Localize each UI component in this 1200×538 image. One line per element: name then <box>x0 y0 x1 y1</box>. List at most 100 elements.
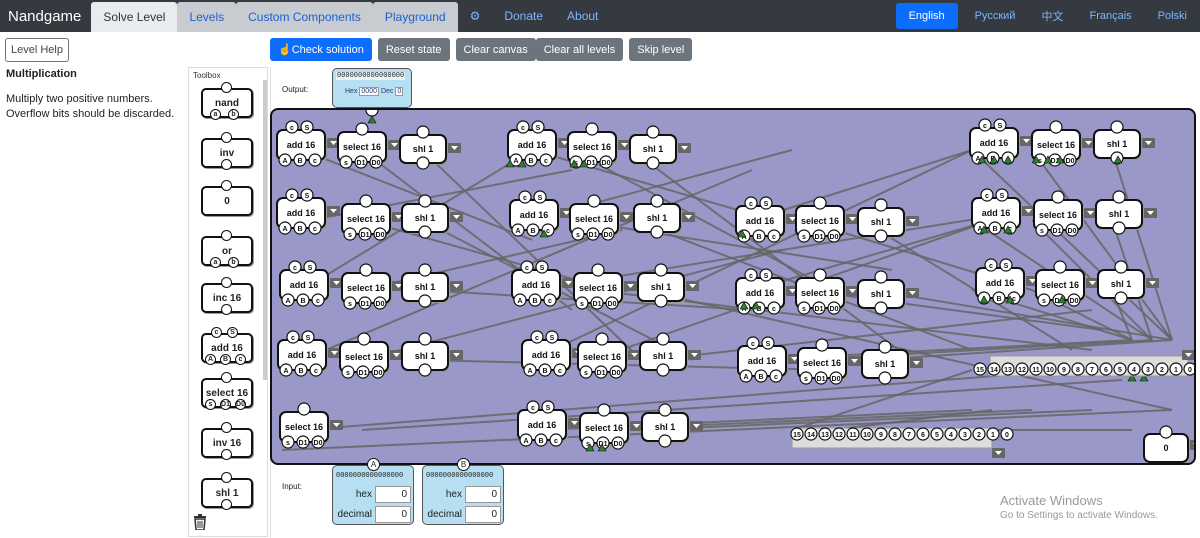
nav-donate[interactable]: Donate <box>492 0 555 32</box>
select16-c4-0-pin-out[interactable] <box>1049 120 1063 134</box>
toolbox-zero[interactable]: 0 <box>201 180 253 216</box>
select16-c3-2-pin-out[interactable] <box>815 338 829 352</box>
nav-playground[interactable]: Playground <box>372 2 458 32</box>
lang-russian[interactable]: Русский <box>962 0 1029 32</box>
input-a-pin[interactable]: A <box>367 458 380 471</box>
nav-solve-level[interactable]: Solve Level <box>91 2 178 32</box>
pin-output[interactable] <box>221 277 232 288</box>
settings-gear-icon[interactable]: ⚙ <box>458 0 493 32</box>
constant-zero-pin-out[interactable] <box>1159 425 1173 439</box>
shl1-c3-2-pin-in[interactable] <box>878 371 892 385</box>
lang-polish[interactable]: Polski <box>1145 0 1200 32</box>
toolbox-scrollbar[interactable] <box>263 80 267 380</box>
level-help-button[interactable]: Level Help <box>5 38 69 62</box>
select16-c2-2-pin-out[interactable] <box>591 263 605 277</box>
select16-c2-3-pin-out[interactable] <box>595 332 609 346</box>
toolbox-inv[interactable]: inv <box>201 132 253 170</box>
pin-s-out[interactable]: S <box>227 327 238 338</box>
shl1-c2-1-pin-in[interactable] <box>650 225 664 239</box>
toolbox-inc16[interactable]: inc 16 <box>201 277 253 315</box>
pin-output[interactable] <box>221 472 232 483</box>
shl1-c1-1-pin-out[interactable] <box>418 194 432 208</box>
select16-c1-1-pin-out[interactable] <box>359 194 373 208</box>
output-pin[interactable] <box>365 110 379 117</box>
select16-c1-2-pin-out[interactable] <box>359 263 373 277</box>
pin-a[interactable]: a <box>210 257 221 268</box>
pin-output[interactable] <box>221 180 232 191</box>
signal-indicator-24[interactable] <box>367 115 377 124</box>
shl1-c3-1-pin-out[interactable] <box>874 270 888 284</box>
shl1-c2-0-pin-in[interactable] <box>646 156 660 170</box>
shl1-c1-3-pin-out[interactable] <box>418 332 432 346</box>
shl1-c3-0-pin-out[interactable] <box>874 198 888 212</box>
pin-c-out[interactable]: c <box>211 327 222 338</box>
trash-icon[interactable] <box>193 514 207 530</box>
pin-output[interactable] <box>221 230 232 241</box>
shl1-c1-3-pin-in[interactable] <box>418 363 432 377</box>
toolbox-shl1[interactable]: shl 1 <box>201 472 253 510</box>
pin-a[interactable]: a <box>210 109 221 120</box>
toolbox-add16[interactable]: add 16 c S A B c <box>201 327 253 365</box>
lang-french[interactable]: Français <box>1076 0 1144 32</box>
select16-c4-1-pin-out[interactable] <box>1051 190 1065 204</box>
skip-level-button[interactable]: Skip level <box>629 38 693 61</box>
shl1-c2-0-pin-out[interactable] <box>646 125 660 139</box>
shl1-c2-2-pin-in[interactable] <box>654 294 668 308</box>
toolbox-nand[interactable]: nand a b <box>201 82 253 120</box>
select16-c3-0-pin-out[interactable] <box>813 196 827 210</box>
shl1-c2-3-pin-in[interactable] <box>656 363 670 377</box>
shl1-c1-0-pin-out[interactable] <box>416 125 430 139</box>
constant-zero-dropdown[interactable] <box>1190 440 1196 450</box>
input-a-dec-field[interactable]: 0 <box>375 505 411 523</box>
shl1-c2-4-pin-out[interactable] <box>658 403 672 417</box>
select16-c1-0-pin-out[interactable] <box>355 122 369 136</box>
nav-levels[interactable]: Levels <box>177 2 237 32</box>
select16-c3-1-pin-out[interactable] <box>813 268 827 282</box>
brand-logo[interactable]: Nandgame <box>0 0 91 32</box>
shl1-c4-0-pin-out[interactable] <box>1110 120 1124 134</box>
select16-c1-3-pin-out[interactable] <box>357 332 371 346</box>
pin-output[interactable] <box>221 132 232 143</box>
pin-input[interactable] <box>221 499 232 510</box>
circuit-board[interactable]: add 16 c S A Bc add 16 c S A Bc add 16 c S A Bc add 16 c… <box>270 108 1196 465</box>
toolbox-or[interactable]: or a b <box>201 230 253 268</box>
pin-d1[interactable]: D1 <box>220 399 231 410</box>
nav-custom-components[interactable]: Custom Components <box>236 2 373 32</box>
pin-c[interactable]: c <box>235 354 246 365</box>
shl1-c1-2-pin-in[interactable] <box>418 294 432 308</box>
pin-s[interactable]: s <box>205 399 216 410</box>
shl1-c2-1-pin-out[interactable] <box>650 194 664 208</box>
pin-input[interactable] <box>221 304 232 315</box>
input-a-hex-field[interactable]: 0 <box>375 485 411 503</box>
select16-c4-2-pin-out[interactable] <box>1053 260 1067 274</box>
shl1-c4-2-pin-in[interactable] <box>1114 291 1128 305</box>
pin-input[interactable] <box>221 449 232 460</box>
pin-output[interactable] <box>221 422 232 433</box>
check-solution-button[interactable]: ☝ Check solution <box>270 38 372 61</box>
select16-c2-4-pin-out[interactable] <box>597 403 611 417</box>
pin-input[interactable] <box>221 159 232 170</box>
select16-c1-4-pin-out[interactable] <box>297 402 311 416</box>
pin-output[interactable] <box>221 372 232 383</box>
select16-c2-0-pin-out[interactable] <box>585 122 599 136</box>
shl1-c1-0-pin-in[interactable] <box>416 156 430 170</box>
reset-state-button[interactable]: Reset state <box>377 38 450 61</box>
input-b-hex-field[interactable]: 0 <box>465 485 501 503</box>
clear-all-levels-button[interactable]: Clear all levels <box>535 38 624 61</box>
lang-chinese[interactable]: 中文 <box>1028 0 1076 32</box>
clear-canvas-button[interactable]: Clear canvas <box>455 38 536 61</box>
shl1-c3-1-pin-in[interactable] <box>874 301 888 315</box>
shl1-c1-1-pin-in[interactable] <box>418 225 432 239</box>
nav-about[interactable]: About <box>555 0 610 32</box>
shl1-c4-1-pin-in[interactable] <box>1112 221 1126 235</box>
circuit-diagram[interactable]: add 16 c S A Bc add 16 c S A Bc add 16 c S A Bc add 16 c… <box>272 110 1196 465</box>
pin-b[interactable]: b <box>228 257 239 268</box>
shl1-c2-2-pin-out[interactable] <box>654 263 668 277</box>
select16-c2-1-pin-out[interactable] <box>587 194 601 208</box>
shl1-c4-1-pin-out[interactable] <box>1112 190 1126 204</box>
shl1-c3-2-pin-out[interactable] <box>878 340 892 354</box>
shl1-c2-3-pin-out[interactable] <box>656 332 670 346</box>
pin-output[interactable] <box>221 82 232 93</box>
toolbox-select16[interactable]: select 16 s D1 D0 <box>201 372 253 410</box>
pin-d0[interactable]: D0 <box>235 399 246 410</box>
